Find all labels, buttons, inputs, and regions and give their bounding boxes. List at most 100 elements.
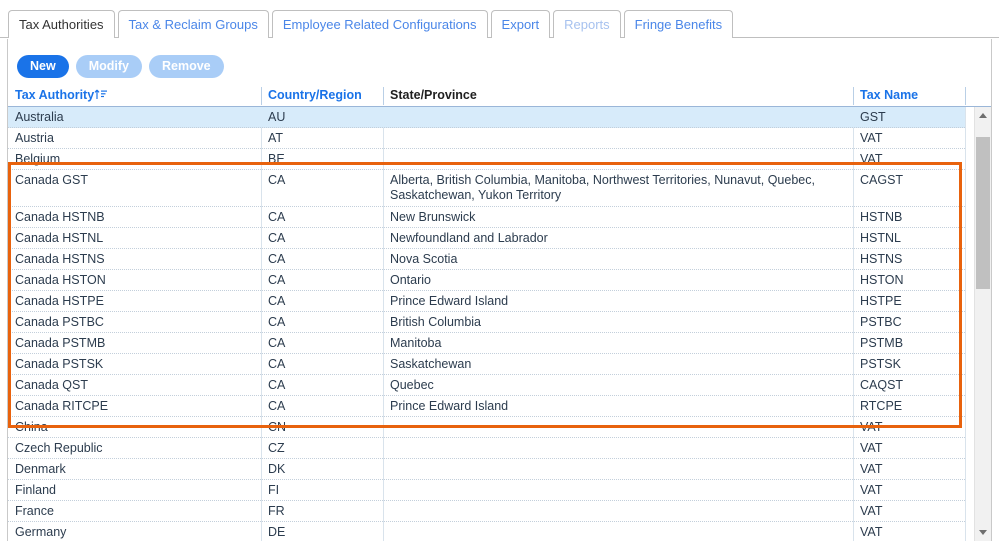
tab-list: Tax Authorities Tax & Reclaim Groups Emplo… — [8, 10, 734, 39]
table-row[interactable]: Austria AT VAT — [8, 128, 965, 149]
cell-state-province — [383, 128, 853, 131]
cell-country-region: DK — [268, 462, 286, 476]
cell-tax-authority: Canada PSTMB — [15, 336, 106, 350]
table-row[interactable]: Canada PSTBC CA British Columbia PSTBC — [8, 312, 965, 333]
cell-tax-authority: France — [15, 504, 54, 518]
cell-tax-authority: Canada PSTSK — [15, 357, 104, 371]
table-row[interactable]: Canada HSTON CA Ontario HSTON — [8, 270, 965, 291]
cell-tax-authority: Canada GST — [15, 173, 88, 187]
table-row[interactable]: Canada PSTMB CA Manitoba PSTMB — [8, 333, 965, 354]
cell-state-province — [383, 522, 853, 525]
cell-country-region: CA — [268, 357, 286, 371]
cell-tax-name: CAQST — [860, 378, 904, 392]
table-row[interactable]: Canada HSTPE CA Prince Edward Island HSTPE — [8, 291, 965, 312]
cell-state-province: Prince Edward Island — [390, 294, 509, 308]
modify-button[interactable]: Modify — [75, 55, 142, 78]
cell-tax-name: VAT — [860, 462, 883, 476]
cell-tax-name: RTCPE — [860, 399, 903, 413]
cell-tax-authority: Germany — [15, 525, 67, 539]
table-row[interactable]: Denmark DK VAT — [8, 459, 965, 480]
table-row[interactable]: China CN VAT — [8, 417, 965, 438]
cell-country-region: BE — [268, 152, 285, 166]
cell-tax-name: CAGST — [860, 173, 904, 187]
cell-state-province: Saskatchewan — [390, 357, 472, 371]
grid-body: Australia AU GST Austria AT VAT Belgium BE VAT Ca… — [8, 107, 991, 541]
cell-tax-name: VAT — [860, 441, 883, 455]
cell-tax-name: HSTNB — [860, 210, 903, 224]
cell-state-province — [383, 501, 853, 504]
tab-employee-related-configurations[interactable]: Employee Related Configurations — [271, 10, 488, 38]
cell-state-province: Ontario — [390, 273, 431, 287]
cell-state-province: Alberta, British Columbia, Manitoba, Nor… — [390, 173, 815, 202]
cell-tax-authority: China — [15, 420, 48, 434]
cell-country-region: AT — [268, 131, 284, 145]
cell-tax-name: VAT — [860, 420, 883, 434]
cell-state-province — [383, 438, 853, 441]
table-row[interactable]: Canada HSTNS CA Nova Scotia HSTNS — [8, 249, 965, 270]
cell-tax-authority: Canada HSTNS — [15, 252, 105, 266]
cell-tax-authority: Canada PSTBC — [15, 315, 104, 329]
table-row[interactable]: France FR VAT — [8, 501, 965, 522]
table-row[interactable]: Canada HSTNL CA Newfoundland and Labrador H… — [8, 228, 965, 249]
table-row[interactable]: Germany DE VAT — [8, 522, 965, 541]
column-header-state-province[interactable]: State/Province — [383, 85, 853, 107]
cell-state-province: Manitoba — [390, 336, 442, 350]
cell-state-province: Quebec — [390, 378, 434, 392]
table-row[interactable]: Canada PSTSK CA Saskatchewan PSTSK — [8, 354, 965, 375]
cell-country-region: CN — [268, 420, 287, 434]
table-row[interactable]: Canada RITCPE CA Prince Edward Island RTCPE — [8, 396, 965, 417]
cell-country-region: CA — [268, 252, 286, 266]
scroll-up-button[interactable] — [975, 107, 991, 124]
cell-tax-authority: Denmark — [15, 462, 66, 476]
table-row[interactable]: Canada HSTNB CA New Brunswick HSTNB — [8, 207, 965, 228]
cell-tax-authority: Australia — [15, 110, 64, 124]
cell-country-region: AU — [268, 110, 286, 124]
cell-state-province: Nova Scotia — [390, 252, 458, 266]
cell-country-region: CZ — [268, 441, 285, 455]
cell-tax-authority: Belgium — [15, 152, 61, 166]
tax-authorities-grid: Tax Authority Country/Region State/Provi… — [8, 85, 991, 541]
column-header-tax-authority[interactable]: Tax Authority — [8, 85, 261, 107]
cell-tax-name: PSTMB — [860, 336, 904, 350]
cell-tax-name: VAT — [860, 483, 883, 497]
cell-tax-name: HSTON — [860, 273, 904, 287]
table-row[interactable]: Finland FI VAT — [8, 480, 965, 501]
table-row[interactable]: Czech Republic CZ VAT — [8, 438, 965, 459]
cell-tax-name: VAT — [860, 525, 883, 539]
remove-button[interactable]: Remove — [148, 55, 224, 78]
column-header-tax-name[interactable]: Tax Name — [853, 85, 965, 107]
grid-vertical-scrollbar[interactable] — [974, 107, 991, 541]
cell-state-province — [383, 107, 853, 110]
cell-tax-authority: Canada QST — [15, 378, 88, 392]
table-row[interactable]: Canada GST CA Alberta, British Columbia, M… — [8, 170, 965, 207]
cell-tax-authority: Canada HSTON — [15, 273, 106, 287]
scroll-down-button[interactable] — [975, 524, 991, 541]
scrollbar-thumb[interactable] — [976, 137, 990, 289]
column-header-country-region[interactable]: Country/Region — [261, 85, 383, 107]
tab-tax-authorities[interactable]: Tax Authorities — [8, 10, 115, 39]
cell-tax-authority: Canada HSTPE — [15, 294, 104, 308]
cell-country-region: FI — [268, 483, 280, 497]
cell-state-province — [383, 480, 853, 483]
scroll-up-arrow-icon — [979, 113, 987, 118]
cell-tax-name: HSTNL — [860, 231, 901, 245]
table-row[interactable]: Belgium BE VAT — [8, 149, 965, 170]
cell-country-region: CA — [268, 336, 286, 350]
cell-tax-authority: Canada HSTNB — [15, 210, 105, 224]
tab-reports[interactable]: Reports — [553, 10, 621, 38]
table-row[interactable]: Australia AU GST — [8, 107, 965, 128]
tab-bar: Tax Authorities Tax & Reclaim Groups Emplo… — [0, 0, 999, 39]
grid-toolbar: New Modify Remove — [17, 55, 224, 78]
column-header-tax-authority-label: Tax Authority — [15, 88, 95, 102]
cell-country-region: CA — [268, 210, 286, 224]
cell-tax-name: VAT — [860, 152, 883, 166]
tab-tax-reclaim-groups[interactable]: Tax & Reclaim Groups — [117, 10, 269, 38]
cell-country-region: CA — [268, 173, 286, 187]
cell-tax-authority: Czech Republic — [15, 441, 103, 455]
sort-ascending-icon[interactable] — [94, 89, 108, 100]
table-row[interactable]: Canada QST CA Quebec CAQST — [8, 375, 965, 396]
new-button[interactable]: New — [17, 55, 69, 78]
tab-export[interactable]: Export — [490, 10, 551, 38]
cell-tax-name: PSTBC — [860, 315, 902, 329]
tab-fringe-benefits[interactable]: Fringe Benefits — [623, 10, 734, 38]
